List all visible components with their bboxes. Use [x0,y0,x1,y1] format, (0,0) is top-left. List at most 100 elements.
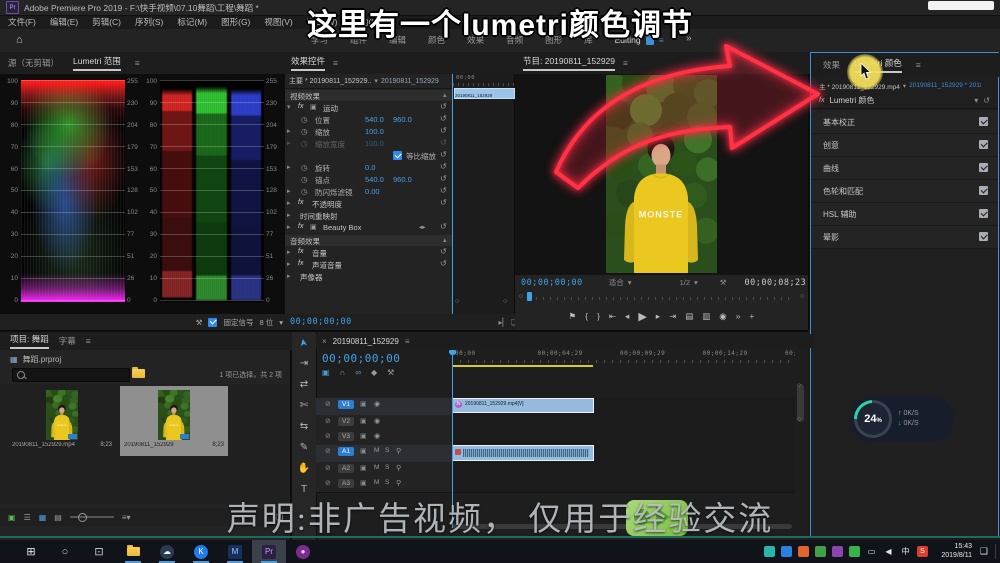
track-header-A1[interactable]: ⊘A1▣MS⚲ [316,445,452,462]
track-lane[interactable] [452,462,795,477]
mute-button[interactable]: M [374,447,379,454]
playback-resolution-select[interactable]: 1/2 [680,278,690,287]
pen-tool[interactable]: ✎ [292,437,316,458]
step-back-button[interactable]: ◂ [625,311,629,322]
param-value[interactable]: 540.0 [365,175,384,184]
ec-source-sequence[interactable]: 20190811_152929 * 20.. [381,78,439,85]
solo-button[interactable]: S [385,447,389,454]
track-header-V3[interactable]: ⊘V3▣◉ [316,430,452,445]
program-playhead[interactable] [527,292,532,301]
action-center-icon[interactable]: ❑ [980,546,988,557]
section-checkbox[interactable] [979,117,988,126]
work-area-bar[interactable] [452,365,593,367]
reset-icon[interactable]: ↺ [440,162,447,171]
ec-row-位置[interactable]: ◷位置540.0960.0↺ [285,114,452,126]
hand-tool[interactable]: ✋ [292,458,316,479]
track-badge[interactable]: A1 [338,447,354,456]
param-value[interactable]: 0.00 [365,187,380,196]
tray-icon-purple[interactable] [832,546,843,557]
selection-tool[interactable]: ➤ [292,329,317,356]
stopwatch-icon[interactable]: ◷ [301,139,308,148]
extract-button[interactable]: ▥ [702,311,710,322]
expander-icon[interactable]: ▸ [287,139,291,147]
mute-button[interactable]: M [374,464,379,471]
add-marker-button[interactable]: ⚑ [569,311,577,322]
solo-button[interactable]: S [385,464,389,471]
project-item[interactable]: MONSTE20190811_152929.mp48;23 [8,386,116,456]
close-tab-icon[interactable]: × [322,337,327,346]
track-badge[interactable]: V3 [338,432,354,441]
lock-icon[interactable]: ⊘ [325,432,331,440]
cortana-button[interactable]: ○ [48,540,82,563]
lift-button[interactable]: ▤ [685,311,693,322]
ec-section-header[interactable]: 视频效果▴ [285,90,452,101]
clip-thumbnail[interactable]: MONSTE [158,390,190,440]
mic-icon[interactable]: ⚲ [396,464,401,472]
ec-row-旋转[interactable]: ▸◷旋转0.0↺ [285,162,452,174]
stopwatch-icon[interactable]: ◷ [301,115,308,124]
bit-depth-select[interactable]: 8 位 [259,317,273,328]
expander-icon[interactable]: ▸ [287,127,291,135]
tray-icon-teal[interactable] [764,546,775,557]
section-checkbox[interactable] [979,140,988,149]
track-lane[interactable]: fx20190811_152929.mp4[V] [452,398,795,415]
project-bin-row[interactable]: ▦ 舞蹈.prproj [10,353,61,365]
eye-icon[interactable]: ◉ [374,417,380,425]
mark-out-button[interactable]: } [597,311,600,321]
uniform-scale-checkbox[interactable] [393,151,402,160]
reset-icon[interactable]: ↺ [440,102,447,111]
ripple-edit-tool[interactable]: ⇄ [292,374,316,395]
panel-menu-icon[interactable]: ≡ [405,337,410,346]
param-value[interactable]: 540.0 [365,115,384,124]
ec-row-音量[interactable]: ▸fx音量↺ [285,247,452,259]
tray-icon-shield[interactable] [781,546,792,557]
panel-menu-icon[interactable]: ≡ [916,60,921,70]
program-timecode[interactable]: 00;00;00;00 [521,278,583,288]
ec-mini-clip[interactable]: 20190811_152929 [454,88,515,99]
network-speed-widget[interactable]: 24% ↑ 0K/S ↓ 0K/S [850,396,954,442]
premiere-button[interactable]: Pr [252,540,286,563]
audio-clip[interactable] [452,445,594,461]
ec-row-锚点[interactable]: ◷锚点540.0960.0↺ [285,174,452,186]
lock-icon[interactable]: ⊘ [325,464,331,472]
network-icon[interactable]: ▭ [866,546,877,557]
fit-select[interactable]: 适合 [609,277,624,288]
param-value[interactable]: 960.0 [393,175,412,184]
tray-icon-orange[interactable] [798,546,809,557]
track-lane[interactable] [452,477,795,492]
reset-icon[interactable]: ↺ [440,222,447,231]
section-checkbox[interactable] [979,186,988,195]
section-checkbox[interactable] [979,163,988,172]
reset-icon[interactable]: ↺ [440,126,447,135]
expander-icon[interactable]: ▸ [287,211,291,219]
reset-icon[interactable]: ↺ [440,247,447,256]
expander-icon[interactable]: ▾ [287,103,291,111]
param-value[interactable]: 960.0 [393,115,412,124]
param-value[interactable]: 100.0 [365,127,384,136]
section-checkbox[interactable] [979,232,988,241]
expander-icon[interactable]: ▸ [287,260,291,268]
ec-section-header[interactable]: 音频效果▴ [285,235,452,246]
item-label[interactable]: 20190811_152929 [124,442,174,448]
pin-signal-checkbox[interactable] [208,318,217,327]
ec-row-缩放宽度[interactable]: ▸◷缩放宽度100.0↺ [285,138,452,150]
tray-icon-green[interactable] [815,546,826,557]
go-to-in-button[interactable]: ⇤ [609,311,616,322]
reset-icon[interactable]: ↺ [440,150,447,159]
tab-effect-controls[interactable]: 效果控件 [291,55,325,71]
scopes-tab[interactable]: 源（无剪辑） [8,57,59,69]
stopwatch-icon[interactable]: ◷ [301,187,308,196]
collapse-icon[interactable]: ▴ [443,236,447,244]
lumetri-effect-caret[interactable]: ▾ [974,96,978,105]
linked-selection-icon[interactable]: ∞ [355,368,361,377]
expander-icon[interactable]: ▸ [287,199,291,207]
timeline-ruler[interactable]: 00;0000;00;04;2900;00;09;2900;00;14;2900… [452,350,795,364]
ec-row-不透明度[interactable]: ▸fx不透明度↺ [285,198,452,210]
go-to-out-button[interactable]: ⇥ [669,311,676,322]
m-app-button[interactable]: M [218,540,252,563]
add-marker-icon[interactable]: ◆ [371,368,377,377]
program-scrubber[interactable]: ○ ○ [519,291,804,303]
track-lane[interactable] [452,430,795,445]
track-header-V2[interactable]: ⊘V2▣◉ [316,415,452,430]
expander-icon[interactable]: ▸ [287,163,291,171]
